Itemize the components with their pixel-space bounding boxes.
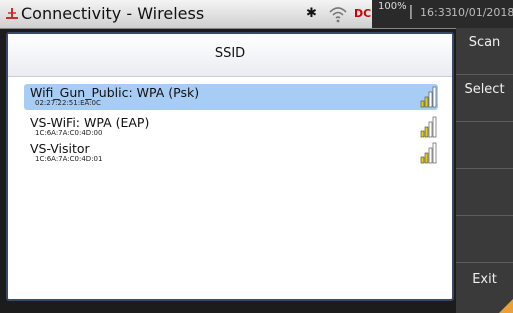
ssid-panel: SSID Wifi_Gun_Public: WPA (Psk) 02:27:22… (6, 32, 454, 301)
network-name: VS-WiFi: WPA (EAP) (30, 115, 150, 130)
corner-accent (499, 299, 513, 313)
bluetooth-icon: ✱ (306, 6, 317, 21)
app-logo-icon (6, 8, 18, 19)
signal-strength-icon (420, 116, 437, 138)
exit-button-label: Exit (472, 272, 497, 287)
panel-header: SSID (8, 34, 452, 77)
network-row[interactable]: VS-Visitor 1C:6A:7A:C0:4D:01 (24, 140, 438, 166)
clock-time: 16:33 (420, 6, 452, 19)
signal-strength-icon (420, 142, 437, 164)
signal-strength-icon (420, 86, 437, 108)
network-mac: 1C:6A:7A:C0:4D:01 (35, 155, 103, 163)
softkey-empty-3[interactable] (456, 122, 513, 169)
clock-area: 16:33 10/01/2018 (412, 0, 513, 28)
title-bar: Connectivity - Wireless ✱ DC 100% 16:33 … (0, 0, 513, 29)
select-button-label: Select (464, 82, 505, 97)
network-mac: 02:27:22:51:EA:0C (35, 99, 101, 107)
exit-button[interactable]: Exit (456, 263, 513, 313)
softkey-empty-5[interactable] (456, 216, 513, 263)
scan-button-label: Scan (468, 35, 501, 50)
clock-date: 10/01/2018 (451, 6, 513, 19)
softkey-empty-4[interactable] (456, 169, 513, 216)
wifi-icon (329, 7, 347, 23)
network-name: Wifi_Gun_Public: WPA (Psk) (30, 85, 200, 100)
battery-percent: 100% (378, 1, 407, 12)
network-row[interactable]: Wifi_Gun_Public: WPA (Psk) 02:27:22:51:E… (24, 84, 438, 110)
dc-power-icon: DC (354, 7, 372, 20)
ssid-column-header: SSID (214, 46, 246, 61)
window-title: Connectivity - Wireless (21, 4, 205, 23)
status-area: ✱ DC 100% 16:33 10/01/2018 (290, 0, 513, 28)
scan-button[interactable]: Scan (456, 28, 513, 75)
network-mac: 1C:6A:7A:C0:4D:00 (35, 129, 103, 137)
network-name: VS-Visitor (30, 141, 90, 156)
softkey-column: Scan Select Exit (456, 28, 513, 313)
select-button[interactable]: Select (456, 75, 513, 122)
network-row[interactable]: VS-WiFi: WPA (EAP) 1C:6A:7A:C0:4D:00 (24, 114, 438, 140)
